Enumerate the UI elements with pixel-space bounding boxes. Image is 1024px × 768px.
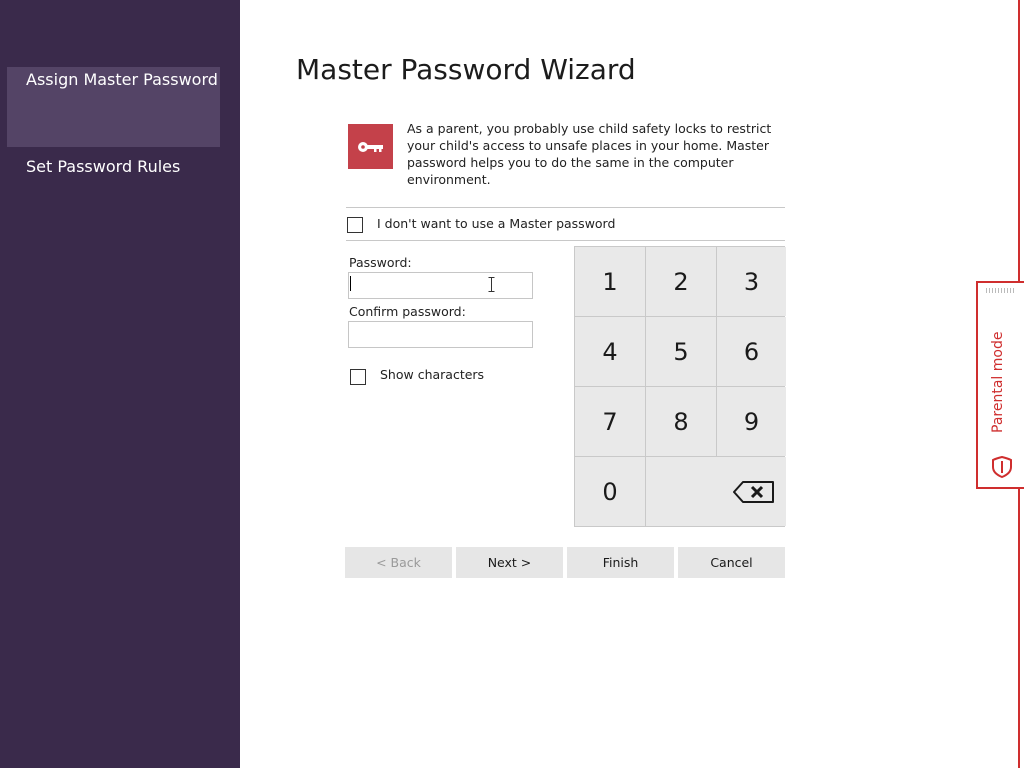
next-button[interactable]: Next >: [456, 547, 563, 578]
keypad-key-8[interactable]: 8: [646, 387, 716, 456]
confirm-password-label: Confirm password:: [349, 304, 466, 319]
finish-button[interactable]: Finish: [567, 547, 674, 578]
keypad-key-5[interactable]: 5: [646, 317, 716, 386]
confirm-password-field[interactable]: [348, 321, 533, 348]
back-button[interactable]: < Back: [345, 547, 452, 578]
cancel-button[interactable]: Cancel: [678, 547, 785, 578]
no-master-password-checkbox[interactable]: [347, 217, 363, 233]
numeric-keypad: 1 2 3 4 5 6 7 8 9 0: [574, 246, 786, 527]
password-label: Password:: [349, 255, 412, 270]
shield-icon: [992, 455, 1012, 479]
keypad-key-1[interactable]: 1: [575, 247, 645, 316]
keypad-backspace-button[interactable]: [646, 457, 786, 526]
sidebar-item-assign-master-password[interactable]: Assign Master Password: [7, 67, 220, 147]
grip-handle: [986, 288, 1014, 293]
show-characters-checkbox[interactable]: [350, 369, 366, 385]
keypad-key-0[interactable]: 0: [575, 457, 645, 526]
password-field[interactable]: [348, 272, 533, 299]
sidebar-item-label: Set Password Rules: [26, 157, 181, 176]
keypad-key-7[interactable]: 7: [575, 387, 645, 456]
ibeam-cursor-icon: [488, 277, 495, 292]
keypad-key-3[interactable]: 3: [717, 247, 786, 316]
key-icon: [348, 124, 393, 169]
keypad-key-4[interactable]: 4: [575, 317, 645, 386]
sidebar-item-label: Assign Master Password: [26, 70, 218, 89]
keypad-key-2[interactable]: 2: [646, 247, 716, 316]
backspace-icon: [733, 480, 774, 503]
parental-mode-tab[interactable]: Parental mode: [976, 281, 1024, 489]
keypad-key-6[interactable]: 6: [717, 317, 786, 386]
parental-mode-label: Parental mode: [990, 331, 1006, 433]
keypad-key-9[interactable]: 9: [717, 387, 786, 456]
no-master-password-label: I don't want to use a Master password: [377, 216, 616, 231]
page-title: Master Password Wizard: [296, 53, 636, 86]
intro-text: As a parent, you probably use child safe…: [407, 121, 772, 187]
text-caret: [350, 276, 351, 291]
sidebar: Assign Master Password Set Password Rule…: [0, 0, 240, 768]
sidebar-item-set-password-rules[interactable]: Set Password Rules: [7, 157, 220, 179]
divider: [346, 240, 785, 241]
divider: [346, 207, 785, 208]
show-characters-label: Show characters: [380, 367, 485, 382]
